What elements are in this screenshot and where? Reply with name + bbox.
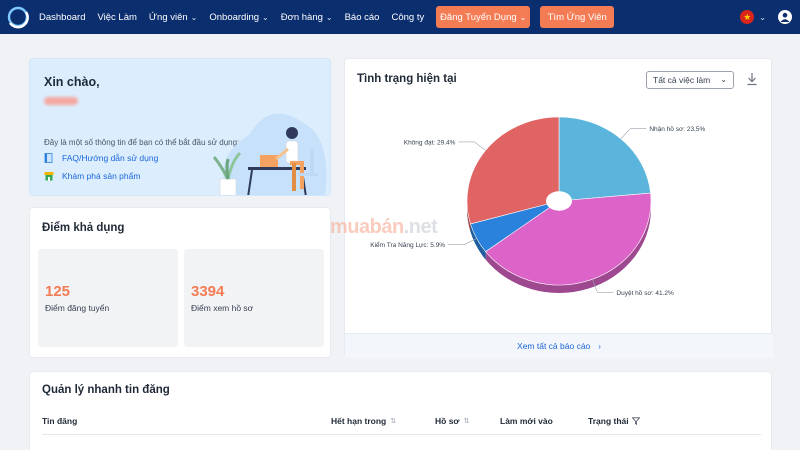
faq-link[interactable]: FAQ/Hướng dẫn sử dụng — [44, 153, 158, 163]
watermark: muabán.net — [330, 216, 438, 239]
pie-leader-line-2 — [448, 238, 477, 245]
profile-points-label: Điểm xem hồ sơ — [191, 303, 254, 313]
welcome-illustration — [212, 113, 327, 195]
chevron-down-icon[interactable]: ⌄ — [759, 13, 766, 22]
watermark-part1: muabán — [330, 216, 404, 238]
pie-leader-line-3 — [458, 141, 486, 151]
nav-item-label: Ứng viên — [148, 11, 188, 23]
filter-icon[interactable] — [631, 417, 640, 425]
nav-item-label: Dashboard — [39, 11, 86, 23]
post-job-label: Đăng Tuyển Dụng — [440, 11, 517, 23]
nav-right: ★ ⌄ — [740, 0, 792, 34]
points-title: Điểm khả dụng — [42, 222, 125, 234]
pie-center-hole — [546, 191, 572, 211]
pie-label-3: Không đạt: 29.4% — [404, 139, 456, 146]
nav-item-3[interactable]: Onboarding ⌄ — [209, 12, 268, 23]
explore-products-link[interactable]: Khám phá sản phẩm — [44, 171, 140, 181]
language-flag-icon[interactable]: ★ — [740, 10, 755, 24]
post-points-value: 125 — [45, 283, 71, 300]
table-header-divider — [42, 434, 761, 435]
column-state-label: Trạng thái — [588, 416, 629, 426]
post-job-button[interactable]: Đăng Tuyển Dụng ⌄ — [436, 6, 531, 28]
find-candidate-button[interactable]: Tìm Ứng Viên — [540, 6, 615, 28]
chevron-right-icon: › — [598, 341, 601, 351]
status-pie-chart: Nhận hồ sơ: 23.5% Duyệt hồ sơ: 41.2% Kiểm … — [370, 116, 705, 297]
nav-item-1[interactable]: Việc Làm — [97, 12, 136, 23]
sort-icon[interactable]: ⇅ — [463, 417, 469, 425]
user-avatar-icon[interactable] — [778, 10, 792, 24]
nav-item-4[interactable]: Đơn hàng ⌄ — [281, 12, 333, 23]
profile-points-value: 3394 — [191, 283, 225, 300]
find-candidate-label: Tìm Ứng Viên — [547, 11, 607, 23]
post-points-label: Điểm đăng tuyển — [45, 303, 110, 313]
nav-item-0[interactable]: Dashboard — [39, 12, 85, 23]
main-nav: Dashboard Việc Làm Ứng viên ⌄ Onboarding ⌄ Đơn… — [39, 0, 436, 34]
nav-item-2[interactable]: Ứng viên ⌄ — [149, 12, 197, 23]
chevron-down-icon: ⌄ — [190, 12, 198, 22]
pie-slice-0[interactable] — [558, 116, 651, 202]
blurred-user-name — [44, 97, 78, 105]
store-icon — [44, 172, 54, 181]
nav-item-label: Báo cáo — [344, 11, 380, 23]
column-profiles-label: Hồ sơ — [435, 416, 460, 426]
profile-points-box: 3394 Điểm xem hồ sơ — [184, 249, 324, 347]
nav-item-label: Onboarding — [209, 11, 260, 23]
column-header-refresh: Làm mới vào — [500, 416, 553, 426]
watermark-part2: .net — [403, 216, 438, 238]
nav-item-label: Đơn hàng — [280, 11, 323, 23]
nav-item-label: Công ty — [391, 11, 425, 23]
welcome-card: Xin chào, Đây là một số thông tin để bạn… — [29, 58, 331, 196]
sort-icon[interactable]: ⇅ — [390, 417, 396, 425]
current-status-card: Tình trạng hiện tại Tất cả việc làm ⌄ Nh… — [344, 58, 773, 358]
available-points-card: Điểm khả dụng 125 Điểm đăng tuyển 3394 Đ… — [29, 207, 331, 358]
pie-label-2: Kiểm Tra Năng Lực: 5.9% — [370, 241, 445, 249]
column-header-profiles[interactable]: Hồ sơ ⇅ — [435, 416, 469, 426]
column-header-state[interactable]: Trạng thái — [588, 416, 640, 426]
nav-item-6[interactable]: Công ty — [391, 12, 424, 23]
view-all-reports-label: Xem tất cả báo cáo — [517, 341, 591, 351]
nav-item-label: Việc Làm — [97, 11, 137, 23]
document-icon — [44, 153, 53, 163]
pie-label-1: Duyệt hồ sơ: 41.2% — [616, 288, 674, 297]
column-expires-label: Hết hạn trong — [331, 416, 387, 426]
pie-label-0: Nhận hồ sơ: 23.5% — [649, 124, 705, 133]
column-refresh-label: Làm mới vào — [500, 416, 553, 426]
column-header-post: Tin đăng — [42, 416, 77, 426]
quick-management-title: Quản lý nhanh tin đăng — [42, 384, 170, 396]
logo-icon[interactable] — [6, 5, 30, 29]
explore-products-label: Khám phá sản phẩm — [62, 171, 141, 181]
view-all-reports-link[interactable]: Xem tất cả báo cáo › — [345, 333, 773, 358]
faq-link-label: FAQ/Hướng dẫn sử dụng — [62, 153, 159, 163]
pie-leader-line-0 — [620, 128, 647, 140]
quick-post-management-card: Quản lý nhanh tin đăng Tin đăng Hết hạn … — [29, 371, 772, 450]
chevron-down-icon: ⌄ — [262, 12, 269, 22]
column-header-expires[interactable]: Hết hạn trong ⇅ — [331, 416, 396, 426]
post-points-box: 125 Điểm đăng tuyển — [38, 249, 178, 347]
greeting: Xin chào, — [44, 75, 100, 89]
nav-item-5[interactable]: Báo cáo — [345, 12, 380, 23]
chevron-down-icon: ⌄ — [325, 12, 333, 22]
chevron-down-icon: ⌄ — [519, 12, 527, 22]
column-post-label: Tin đăng — [42, 416, 78, 426]
top-navbar: Dashboard Việc Làm Ứng viên ⌄ Onboarding ⌄ Đơn… — [0, 0, 800, 34]
